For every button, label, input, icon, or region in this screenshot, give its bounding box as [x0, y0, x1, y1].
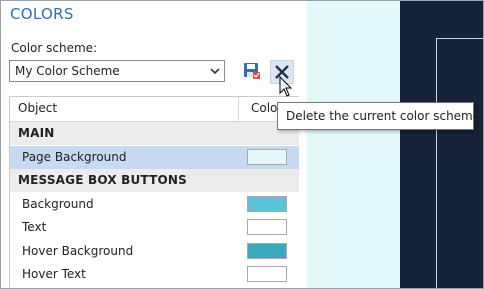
colors-panel: COLORS Color scheme: My Color Scheme Obj…: [0, 0, 307, 289]
color-swatch[interactable]: [247, 219, 287, 235]
panel-title: COLORS: [10, 5, 74, 23]
column-separator[interactable]: [238, 97, 239, 121]
row-label: Background: [22, 196, 94, 211]
mouse-cursor-icon: [279, 76, 293, 97]
group-label: MESSAGE BOX BUTTONS: [18, 173, 187, 187]
row-label: Hover Text: [22, 267, 86, 281]
color-swatch[interactable]: [247, 242, 287, 259]
column-header-object[interactable]: Object: [18, 101, 57, 115]
row-label: Text: [22, 220, 47, 234]
color-scheme-value: My Color Scheme: [15, 64, 120, 78]
color-swatch[interactable]: [247, 148, 287, 165]
table-row[interactable]: Page Background: [10, 145, 299, 169]
dark-preview-area: [400, 0, 484, 289]
color-scheme-label: Color scheme:: [11, 41, 98, 55]
delete-tooltip: Delete the current color scheme: [277, 102, 480, 130]
group-label: MAIN: [18, 126, 55, 140]
color-scheme-dropdown[interactable]: My Color Scheme: [9, 60, 225, 82]
table-group-header: MESSAGE BOX BUTTONS: [10, 169, 299, 192]
table-group-header: MAIN: [10, 122, 299, 145]
table-row[interactable]: Background: [10, 193, 299, 216]
save-icon: [244, 63, 260, 79]
table-header: Object Color: [10, 97, 299, 122]
table-row[interactable]: Hover Text: [10, 263, 299, 286]
page-preview-area: [307, 0, 400, 289]
row-label: Page Background: [22, 149, 127, 164]
chevron-down-icon: [210, 68, 220, 75]
preview-frame: [436, 38, 484, 289]
colors-table: Object Color MAIN Page Background MESSAGE …: [9, 96, 299, 289]
save-scheme-button[interactable]: [243, 62, 261, 80]
color-swatch[interactable]: [247, 195, 287, 212]
table-row[interactable]: Hover Background: [10, 240, 299, 263]
color-swatch[interactable]: [247, 266, 287, 282]
row-label: Hover Background: [22, 243, 134, 258]
table-row[interactable]: Text: [10, 216, 299, 239]
tooltip-text: Delete the current color scheme: [286, 109, 481, 123]
